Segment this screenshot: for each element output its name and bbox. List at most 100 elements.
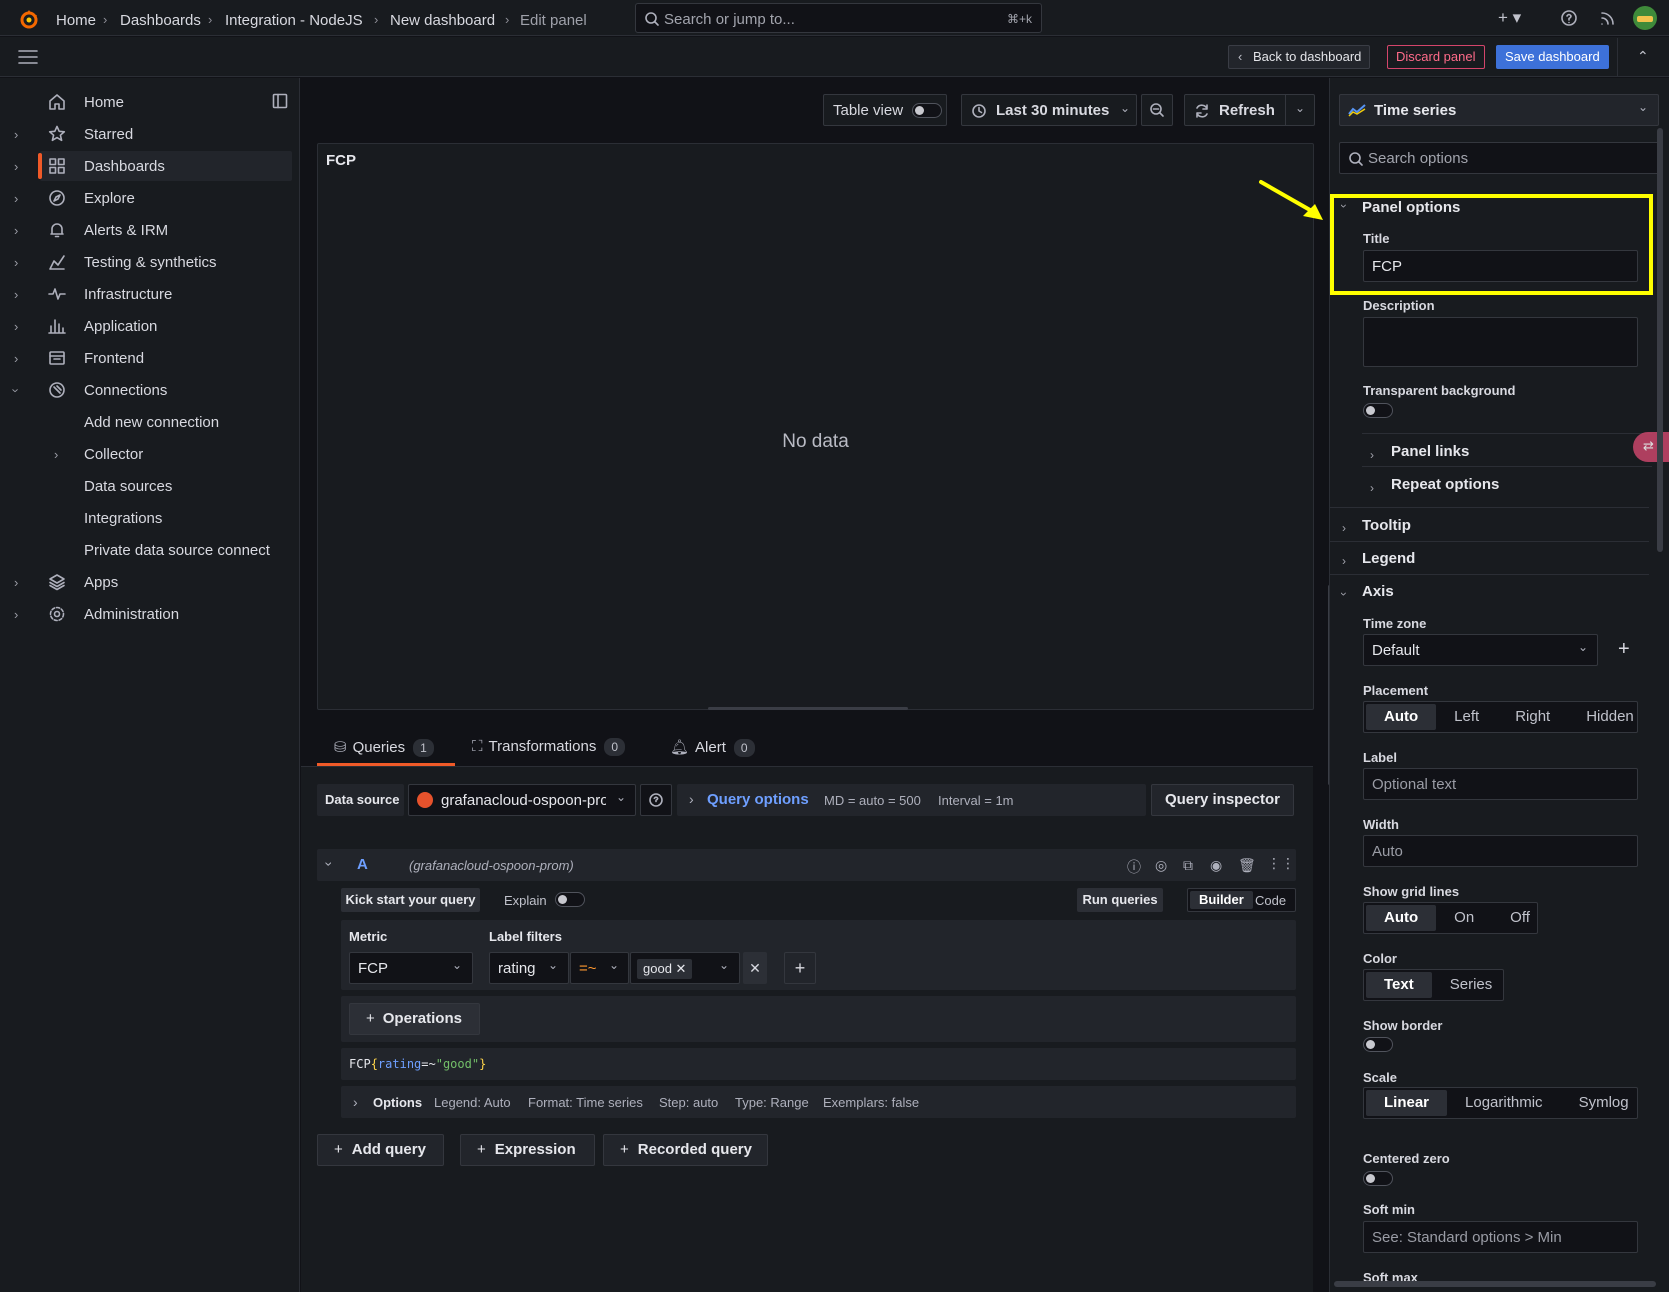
chevron-right-icon[interactable]: › [14, 255, 18, 270]
timezone-select[interactable]: Default ⌄ [1363, 634, 1598, 666]
chevron-right-icon[interactable]: › [1342, 521, 1346, 535]
duplicate-icon[interactable]: ⧉ [1183, 857, 1193, 874]
sidebar-item-alerts[interactable]: Alerts & IRM [40, 215, 292, 245]
add-query-button[interactable]: + Add query [317, 1134, 444, 1166]
refresh-interval-chevron-icon[interactable]: ⌄ [1295, 101, 1305, 115]
color-option-text[interactable]: Text [1366, 972, 1432, 998]
grid-option-on[interactable]: On [1436, 905, 1492, 931]
show-border-toggle[interactable] [1363, 1037, 1393, 1052]
sidebar-item-infrastructure[interactable]: Infrastructure [40, 279, 292, 309]
placement-option-hidden[interactable]: Hidden [1568, 704, 1652, 730]
run-queries-button[interactable]: Run queries [1077, 888, 1163, 912]
sidebar-item-integrations[interactable]: Integrations [84, 510, 162, 527]
query-options-link[interactable]: Query options [707, 791, 809, 808]
help-icon[interactable] [1560, 9, 1578, 27]
placement-option-right[interactable]: Right [1497, 704, 1568, 730]
avatar[interactable] [1633, 6, 1657, 30]
centered-zero-toggle[interactable] [1363, 1171, 1393, 1186]
recorded-query-button[interactable]: + Recorded query [603, 1134, 768, 1166]
sidebar-item-application[interactable]: Application [40, 311, 292, 341]
color-option-series[interactable]: Series [1432, 972, 1511, 998]
sidebar-item-home[interactable]: Home [40, 87, 292, 117]
sidebar-item-starred[interactable]: Starred [40, 119, 292, 149]
grid-lines-radio-group[interactable]: Auto On Off [1363, 902, 1538, 934]
sidebar-item-testing[interactable]: Testing & synthetics [40, 247, 292, 277]
sidebar-item-add-new-connection[interactable]: Add new connection [84, 414, 219, 431]
axis-width-input[interactable]: Auto [1363, 835, 1638, 867]
panel-links-section[interactable]: Panel links [1391, 443, 1469, 460]
chevron-right-icon[interactable]: › [1370, 481, 1374, 495]
chevron-right-icon[interactable]: › [14, 159, 18, 174]
label-filter-operator-select[interactable]: =~ ⌄ [570, 952, 629, 984]
options-scrollbar[interactable] [1657, 128, 1663, 552]
breadcrumb-dashboards[interactable]: Dashboards [120, 12, 201, 29]
time-range-picker[interactable]: Last 30 minutes ⌄ [961, 94, 1137, 126]
tab-queries[interactable]: ⛁ Queries 1 [334, 738, 434, 757]
placement-option-left[interactable]: Left [1436, 704, 1497, 730]
chevron-right-icon[interactable]: › [14, 607, 18, 622]
chevron-right-icon[interactable]: › [14, 223, 18, 238]
news-rss-icon[interactable] [1599, 9, 1617, 27]
remove-chip-icon[interactable]: ✕ [676, 961, 687, 976]
save-dashboard-button[interactable]: Save dashboard [1496, 45, 1609, 69]
eye-icon[interactable]: ◉ [1210, 857, 1222, 874]
sidebar-item-collector[interactable]: Collector [84, 446, 143, 463]
trash-icon[interactable]: 🗑︎ [1238, 857, 1256, 874]
options-horizontal-scrollbar[interactable] [1334, 1281, 1656, 1287]
transparent-background-toggle[interactable] [1363, 403, 1393, 418]
axis-section[interactable]: Axis [1362, 583, 1394, 600]
query-ref-id[interactable]: A [357, 856, 368, 873]
scale-option-linear[interactable]: Linear [1366, 1090, 1448, 1116]
repeat-options-section[interactable]: Repeat options [1391, 476, 1499, 493]
back-to-dashboard-button[interactable]: ‹ Back to dashboard [1228, 45, 1371, 69]
zoom-out-button[interactable] [1141, 94, 1173, 126]
query-inspector-button[interactable]: Query inspector [1151, 784, 1294, 816]
label-filter-key-select[interactable]: rating ⌄ [489, 952, 569, 984]
chevron-right-icon[interactable]: › [1370, 448, 1374, 462]
placement-radio-group[interactable]: Auto Left Right Hidden [1363, 701, 1638, 733]
help-icon[interactable]: ⓘ [1127, 857, 1141, 877]
sidebar-item-data-sources[interactable]: Data sources [84, 478, 172, 495]
options-search-input[interactable]: Search options [1339, 142, 1660, 174]
search-input[interactable]: Search or jump to... ⌘+k [635, 3, 1042, 33]
chevron-right-icon[interactable]: › [14, 319, 18, 334]
scale-option-logarithmic[interactable]: Logarithmic [1447, 1090, 1561, 1116]
remove-filter-button[interactable]: ✕ [743, 952, 767, 984]
metric-select[interactable]: FCP ⌄ [349, 952, 473, 984]
sidebar-item-dashboards[interactable]: Dashboards [38, 151, 292, 181]
scale-radio-group[interactable]: Linear Logarithmic Symlog [1363, 1087, 1638, 1119]
tooltip-section[interactable]: Tooltip [1362, 517, 1411, 534]
soft-min-input[interactable]: See: Standard options > Min [1363, 1221, 1638, 1253]
breadcrumb-home[interactable]: Home [56, 12, 96, 29]
scale-option-symlog[interactable]: Symlog [1561, 1090, 1647, 1116]
axis-label-input[interactable]: Optional text [1363, 768, 1638, 800]
table-view-switch[interactable] [912, 103, 942, 118]
datasource-help-button[interactable] [640, 784, 672, 816]
grid-option-auto[interactable]: Auto [1366, 905, 1437, 931]
datasource-picker[interactable]: grafanacloud-ospoon-prom ⌄ [408, 784, 636, 816]
breadcrumb-integration[interactable]: Integration - NodeJS [225, 12, 363, 29]
table-view-toggle[interactable]: Table view [823, 94, 947, 126]
sidebar-item-administration[interactable]: Administration [40, 599, 292, 629]
visualization-picker[interactable]: Time series ⌄ [1339, 94, 1659, 126]
sidebar-item-apps[interactable]: Apps [40, 567, 292, 597]
breadcrumb-new-dashboard[interactable]: New dashboard [390, 12, 495, 29]
chevron-right-icon[interactable]: › [14, 575, 18, 590]
sidebar-item-private-datasource[interactable]: Private data source connect [84, 542, 270, 559]
add-timezone-plus-icon[interactable]: + [1618, 638, 1630, 661]
chevron-right-icon[interactable]: › [14, 351, 18, 366]
explain-toggle[interactable] [555, 892, 585, 907]
panel-resize-handle[interactable] [708, 707, 908, 710]
builder-mode-option[interactable]: Builder [1190, 891, 1253, 909]
chevron-right-icon[interactable]: › [1342, 554, 1346, 568]
add-filter-button[interactable]: + [784, 952, 816, 984]
editor-mode-toggle[interactable]: Builder Code [1187, 888, 1296, 912]
chevron-down-icon[interactable]: › [9, 388, 24, 392]
code-mode-option[interactable]: Code [1255, 893, 1286, 908]
chevron-right-icon[interactable]: › [54, 447, 58, 462]
refresh-button[interactable]: Refresh ⌄ [1184, 94, 1315, 126]
chevron-right-icon[interactable]: › [14, 287, 18, 302]
collapse-chevron-up-icon[interactable]: ⌃ [1637, 48, 1649, 65]
discard-panel-button[interactable]: Discard panel [1387, 45, 1485, 69]
grid-option-off[interactable]: Off [1492, 905, 1548, 931]
